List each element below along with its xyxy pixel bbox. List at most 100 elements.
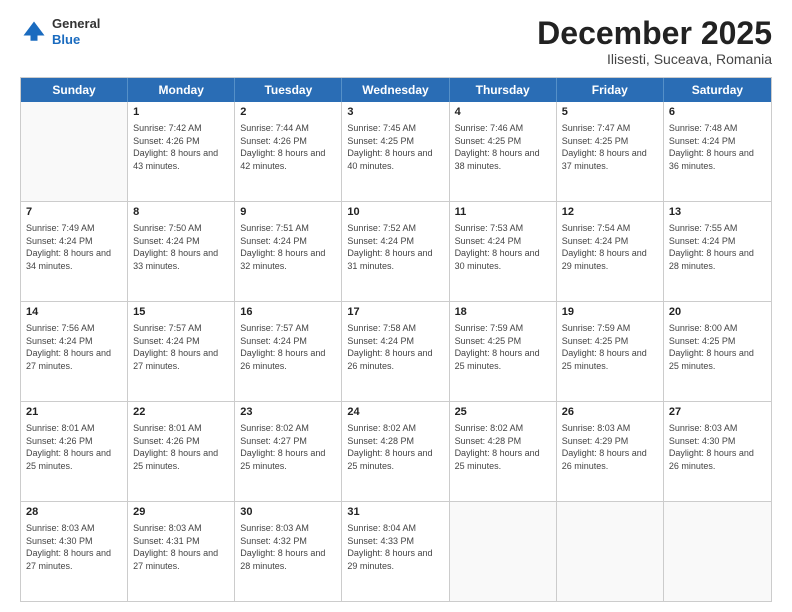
day-number: 22: [133, 405, 229, 420]
day-info: Sunrise: 8:03 AMSunset: 4:29 PMDaylight:…: [562, 422, 658, 472]
logo-blue-text: Blue: [52, 32, 80, 47]
header-day-thursday: Thursday: [450, 78, 557, 102]
day-info: Sunrise: 7:53 AMSunset: 4:24 PMDaylight:…: [455, 222, 551, 272]
day-number: 30: [240, 505, 336, 520]
header-day-sunday: Sunday: [21, 78, 128, 102]
calendar-day-empty: [557, 502, 664, 601]
calendar-day-23: 23Sunrise: 8:02 AMSunset: 4:27 PMDayligh…: [235, 402, 342, 501]
day-info: Sunrise: 7:42 AMSunset: 4:26 PMDaylight:…: [133, 122, 229, 172]
day-number: 26: [562, 405, 658, 420]
day-number: 24: [347, 405, 443, 420]
day-number: 14: [26, 305, 122, 320]
calendar-day-6: 6Sunrise: 7:48 AMSunset: 4:24 PMDaylight…: [664, 102, 771, 201]
day-info: Sunrise: 7:57 AMSunset: 4:24 PMDaylight:…: [240, 322, 336, 372]
logo-general-text: General: [52, 16, 100, 31]
day-info: Sunrise: 8:03 AMSunset: 4:32 PMDaylight:…: [240, 522, 336, 572]
day-number: 29: [133, 505, 229, 520]
day-number: 10: [347, 205, 443, 220]
day-number: 31: [347, 505, 443, 520]
day-info: Sunrise: 7:59 AMSunset: 4:25 PMDaylight:…: [455, 322, 551, 372]
calendar-day-11: 11 Sunrise: 7:53 AMSunset: 4:24 PMDayligh…: [450, 202, 557, 301]
logo-icon: [20, 18, 48, 46]
calendar-day-26: 26 Sunrise: 8:03 AMSunset: 4:29 PMDayligh…: [557, 402, 664, 501]
day-number: 21: [26, 405, 122, 420]
calendar-week-3: 14Sunrise: 7:56 AMSunset: 4:24 PMDayligh…: [21, 301, 771, 401]
day-info: Sunrise: 7:46 AMSunset: 4:25 PMDaylight:…: [455, 122, 551, 172]
calendar-day-14: 14Sunrise: 7:56 AMSunset: 4:24 PMDayligh…: [21, 302, 128, 401]
day-info: Sunrise: 8:04 AMSunset: 4:33 PMDaylight:…: [347, 522, 443, 572]
day-number: 18: [455, 305, 551, 320]
day-number: 4: [455, 105, 551, 120]
day-number: 19: [562, 305, 658, 320]
logo-text: General Blue: [52, 16, 100, 47]
day-number: 28: [26, 505, 122, 520]
calendar-day-18: 18 Sunrise: 7:59 AMSunset: 4:25 PMDayligh…: [450, 302, 557, 401]
header: General Blue December 2025 Ilisesti, Suc…: [20, 16, 772, 67]
calendar-day-22: 22 Sunrise: 8:01 AMSunset: 4:26 PMDayligh…: [128, 402, 235, 501]
calendar-day-7: 7Sunrise: 7:49 AMSunset: 4:24 PMDaylight…: [21, 202, 128, 301]
day-info: Sunrise: 7:57 AMSunset: 4:24 PMDaylight:…: [133, 322, 229, 372]
calendar-day-27: 27 Sunrise: 8:03 AMSunset: 4:30 PMDayligh…: [664, 402, 771, 501]
calendar-day-8: 8Sunrise: 7:50 AMSunset: 4:24 PMDaylight…: [128, 202, 235, 301]
calendar-header: SundayMondayTuesdayWednesdayThursdayFrid…: [21, 78, 771, 102]
day-info: Sunrise: 8:03 AMSunset: 4:30 PMDaylight:…: [26, 522, 122, 572]
calendar-day-empty: [664, 502, 771, 601]
day-info: Sunrise: 8:02 AMSunset: 4:28 PMDaylight:…: [347, 422, 443, 472]
day-info: Sunrise: 8:03 AMSunset: 4:31 PMDaylight:…: [133, 522, 229, 572]
header-day-saturday: Saturday: [664, 78, 771, 102]
day-info: Sunrise: 7:48 AMSunset: 4:24 PMDaylight:…: [669, 122, 766, 172]
day-number: 25: [455, 405, 551, 420]
day-info: Sunrise: 8:02 AMSunset: 4:28 PMDaylight:…: [455, 422, 551, 472]
calendar-day-31: 31 Sunrise: 8:04 AMSunset: 4:33 PMDayligh…: [342, 502, 449, 601]
calendar-day-10: 10 Sunrise: 7:52 AMSunset: 4:24 PMDayligh…: [342, 202, 449, 301]
day-info: Sunrise: 7:52 AMSunset: 4:24 PMDaylight:…: [347, 222, 443, 272]
day-number: 13: [669, 205, 766, 220]
calendar-day-17: 17Sunrise: 7:58 AMSunset: 4:24 PMDayligh…: [342, 302, 449, 401]
day-number: 9: [240, 205, 336, 220]
day-number: 27: [669, 405, 766, 420]
day-info: Sunrise: 7:49 AMSunset: 4:24 PMDaylight:…: [26, 222, 122, 272]
title-block: December 2025 Ilisesti, Suceava, Romania: [537, 16, 772, 67]
day-info: Sunrise: 7:54 AMSunset: 4:24 PMDaylight:…: [562, 222, 658, 272]
day-info: Sunrise: 7:50 AMSunset: 4:24 PMDaylight:…: [133, 222, 229, 272]
calendar-day-28: 28 Sunrise: 8:03 AMSunset: 4:30 PMDayligh…: [21, 502, 128, 601]
calendar: SundayMondayTuesdayWednesdayThursdayFrid…: [20, 77, 772, 602]
calendar-day-empty: [21, 102, 128, 201]
day-number: 3: [347, 105, 443, 120]
day-number: 11: [455, 205, 551, 220]
day-info: Sunrise: 8:02 AMSunset: 4:27 PMDaylight:…: [240, 422, 336, 472]
month-title: December 2025: [537, 16, 772, 51]
calendar-day-29: 29 Sunrise: 8:03 AMSunset: 4:31 PMDayligh…: [128, 502, 235, 601]
calendar-week-4: 21 Sunrise: 8:01 AMSunset: 4:26 PMDayligh…: [21, 401, 771, 501]
location: Ilisesti, Suceava, Romania: [537, 51, 772, 67]
day-info: Sunrise: 7:58 AMSunset: 4:24 PMDaylight:…: [347, 322, 443, 372]
calendar-day-5: 5Sunrise: 7:47 AMSunset: 4:25 PMDaylight…: [557, 102, 664, 201]
calendar-day-20: 20 Sunrise: 8:00 AMSunset: 4:25 PMDayligh…: [664, 302, 771, 401]
day-number: 20: [669, 305, 766, 320]
calendar-day-16: 16Sunrise: 7:57 AMSunset: 4:24 PMDayligh…: [235, 302, 342, 401]
calendar-week-2: 7Sunrise: 7:49 AMSunset: 4:24 PMDaylight…: [21, 201, 771, 301]
day-info: Sunrise: 8:01 AMSunset: 4:26 PMDaylight:…: [26, 422, 122, 472]
day-number: 5: [562, 105, 658, 120]
calendar-day-3: 3 Sunrise: 7:45 AMSunset: 4:25 PMDaylight…: [342, 102, 449, 201]
calendar-day-12: 12Sunrise: 7:54 AMSunset: 4:24 PMDayligh…: [557, 202, 664, 301]
day-number: 15: [133, 305, 229, 320]
day-info: Sunrise: 7:51 AMSunset: 4:24 PMDaylight:…: [240, 222, 336, 272]
page: General Blue December 2025 Ilisesti, Suc…: [0, 0, 792, 612]
calendar-day-empty: [450, 502, 557, 601]
logo: General Blue: [20, 16, 100, 47]
day-info: Sunrise: 7:45 AMSunset: 4:25 PMDaylight:…: [347, 122, 443, 172]
calendar-day-4: 4 Sunrise: 7:46 AMSunset: 4:25 PMDaylight…: [450, 102, 557, 201]
header-day-monday: Monday: [128, 78, 235, 102]
header-day-wednesday: Wednesday: [342, 78, 449, 102]
day-info: Sunrise: 8:00 AMSunset: 4:25 PMDaylight:…: [669, 322, 766, 372]
calendar-day-21: 21 Sunrise: 8:01 AMSunset: 4:26 PMDayligh…: [21, 402, 128, 501]
calendar-day-25: 25 Sunrise: 8:02 AMSunset: 4:28 PMDayligh…: [450, 402, 557, 501]
calendar-day-15: 15 Sunrise: 7:57 AMSunset: 4:24 PMDayligh…: [128, 302, 235, 401]
calendar-day-9: 9 Sunrise: 7:51 AMSunset: 4:24 PMDaylight…: [235, 202, 342, 301]
header-day-friday: Friday: [557, 78, 664, 102]
day-info: Sunrise: 8:01 AMSunset: 4:26 PMDaylight:…: [133, 422, 229, 472]
day-info: Sunrise: 8:03 AMSunset: 4:30 PMDaylight:…: [669, 422, 766, 472]
calendar-day-13: 13Sunrise: 7:55 AMSunset: 4:24 PMDayligh…: [664, 202, 771, 301]
day-number: 2: [240, 105, 336, 120]
